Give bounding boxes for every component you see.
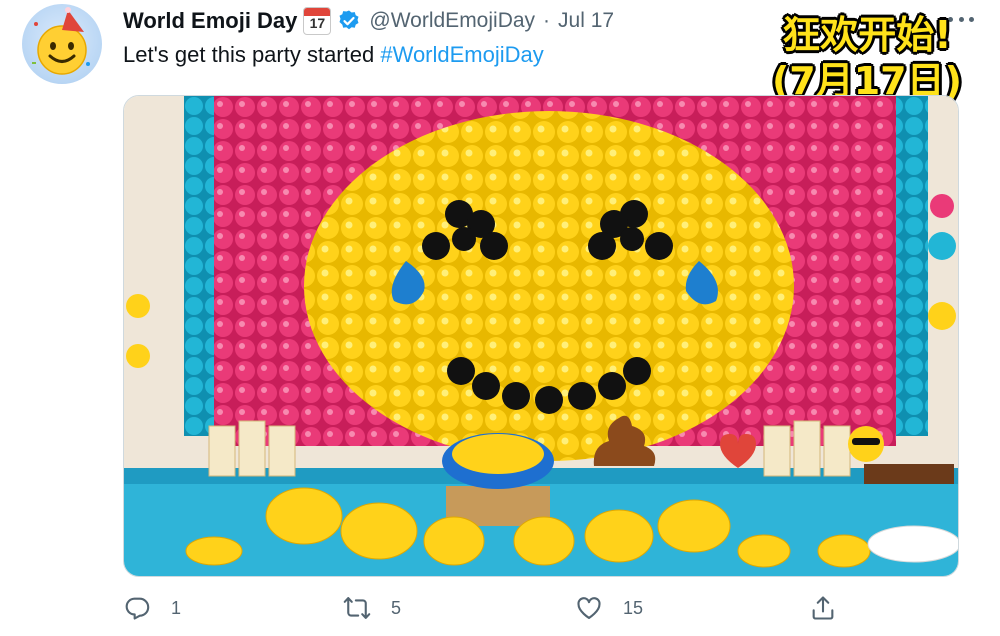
reply-count: 1 bbox=[171, 597, 182, 618]
heart-icon bbox=[577, 597, 601, 619]
share-button[interactable] bbox=[809, 594, 837, 622]
retweet-button[interactable]: 5 bbox=[343, 594, 401, 622]
calendar-day: 17 bbox=[309, 15, 326, 31]
reply-icon bbox=[125, 597, 150, 620]
like-button[interactable]: 15 bbox=[575, 594, 643, 622]
reply-button[interactable]: 1 bbox=[123, 594, 181, 622]
tweet-actions: 1 5 15 bbox=[123, 594, 843, 630]
user-handle[interactable]: @WorldEmojiDay bbox=[369, 9, 535, 33]
share-icon bbox=[812, 596, 834, 620]
overlay-line-1: 狂欢开始! bbox=[782, 13, 952, 57]
overlay-caption: 狂欢开始! (7月17日) bbox=[772, 12, 962, 104]
verified-badge-icon bbox=[339, 10, 359, 30]
emoji-balloon-wall-photo-icon bbox=[124, 96, 958, 576]
avatar[interactable] bbox=[22, 4, 102, 84]
display-name[interactable]: World Emoji Day bbox=[123, 8, 297, 34]
separator-dot: · bbox=[543, 9, 551, 32]
like-count: 15 bbox=[623, 597, 644, 618]
calendar-icon: 17 bbox=[303, 7, 332, 35]
party-emoji-avatar-icon bbox=[32, 7, 90, 75]
tweet-date[interactable]: Jul 17 bbox=[558, 9, 614, 33]
tweet-header: World Emoji Day 17 @WorldEmojiDay · Jul … bbox=[123, 6, 614, 36]
retweet-icon bbox=[343, 597, 371, 619]
hashtag-link[interactable]: #WorldEmojiDay bbox=[380, 42, 543, 67]
tweet-body: Let's get this party started bbox=[123, 42, 381, 67]
tweet-text: Let's get this party started #WorldEmoji… bbox=[123, 42, 544, 68]
retweet-count: 5 bbox=[391, 597, 402, 618]
tweet-media-image[interactable] bbox=[123, 95, 959, 577]
